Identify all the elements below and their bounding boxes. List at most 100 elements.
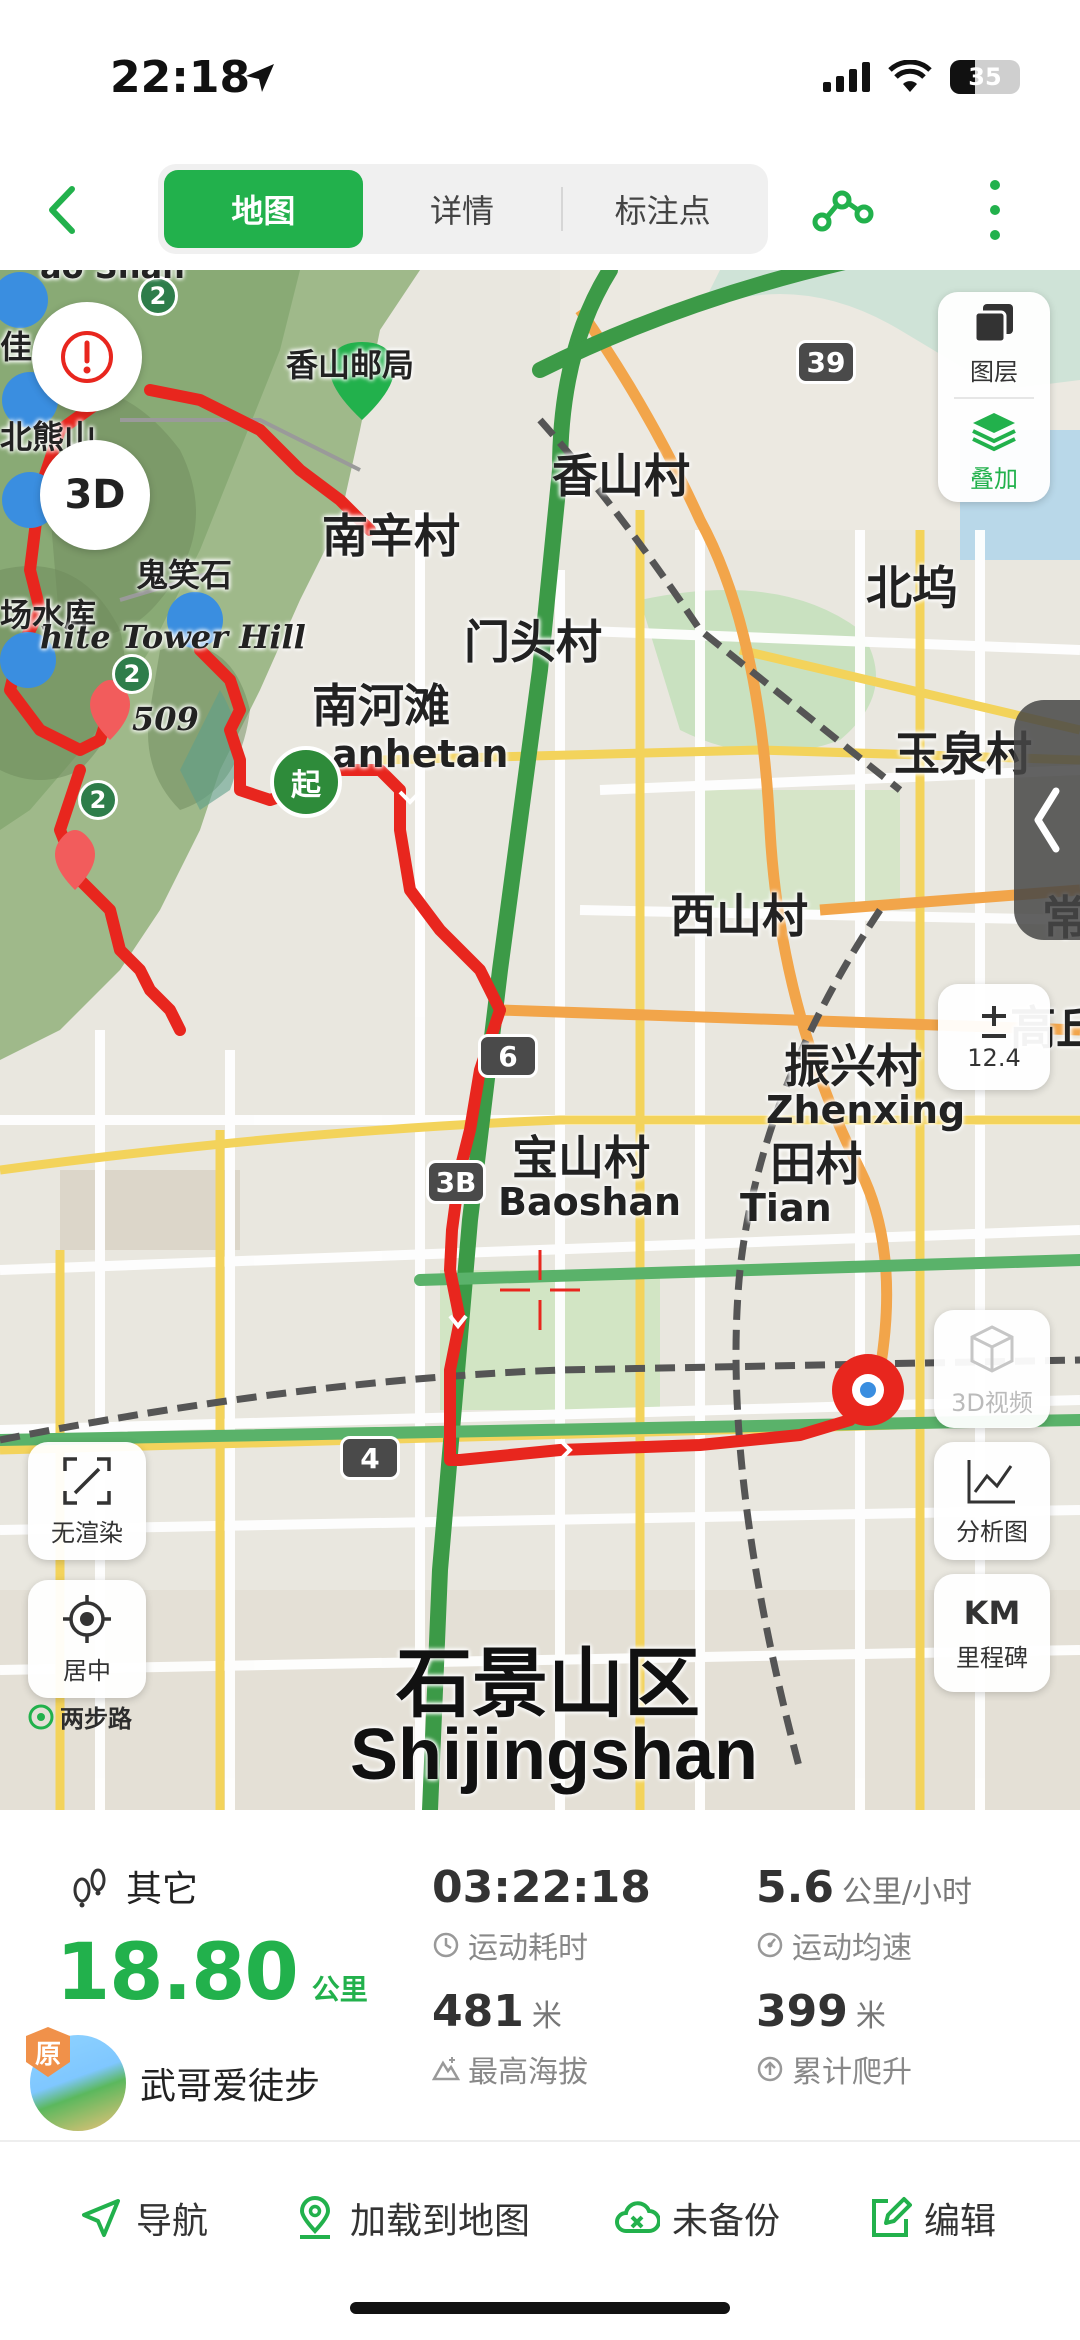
max-altitude-value: 481 <box>432 1986 524 2037</box>
total-distance: 18.80 公里 <box>56 1928 368 2018</box>
edit-button[interactable]: 编辑 <box>866 2192 996 2244</box>
load-to-map-button[interactable]: 加载到地图 <box>292 2192 530 2244</box>
wifi-icon <box>888 60 932 92</box>
avatar[interactable]: 原 <box>26 2027 126 2131</box>
marker-count-badge: 2 <box>112 654 152 694</box>
map-label: 鬼笑石 <box>136 556 233 594</box>
layers-panel: 图层 叠加 <box>938 292 1050 502</box>
clock-icon <box>433 1932 459 1958</box>
layers-icon <box>973 304 1013 344</box>
3d-mode-button[interactable]: 3D <box>40 440 150 550</box>
3d-video-button[interactable]: 3D视频 <box>934 1310 1050 1428</box>
map-label: 北坞 <box>866 561 958 615</box>
mountain-peak-icon <box>432 2057 460 2081</box>
side-panel-toggle[interactable] <box>1014 700 1080 940</box>
no-render-button[interactable]: 无渲染 <box>28 1442 146 1560</box>
climb-value: 399 <box>756 1986 848 2037</box>
zoom-level-button[interactable]: 12.4 <box>938 984 1050 1090</box>
analysis-label: 分析图 <box>956 1517 1028 1546</box>
map-label: 田村 <box>770 1137 862 1191</box>
status-right: 35 <box>823 60 1020 94</box>
analysis-button[interactable]: 分析图 <box>934 1442 1050 1560</box>
map-label: 振兴村 <box>784 1039 922 1093</box>
warning-button[interactable] <box>32 302 142 412</box>
climb-unit: 米 <box>855 1999 886 2034</box>
map-label: 南辛村 <box>322 509 460 563</box>
speed-unit: 公里/小时 <box>841 1875 973 1910</box>
back-arrow-icon[interactable] <box>30 175 100 245</box>
stat-climb: 399 米 累计爬升 <box>756 1986 912 2091</box>
map-label: 509 <box>132 700 199 738</box>
map-pin-icon <box>299 2196 331 2239</box>
center-label: 居中 <box>63 1656 111 1685</box>
milestone-label: 里程碑 <box>956 1643 1028 1672</box>
map-label: 玉泉村 <box>894 727 1032 781</box>
start-marker[interactable]: 起 <box>270 746 342 818</box>
layers-label: 图层 <box>970 358 1018 386</box>
cube-icon <box>970 1324 1014 1373</box>
navigate-button[interactable]: 导航 <box>78 2192 208 2244</box>
overlay-button[interactable]: 叠加 <box>969 409 1019 494</box>
author[interactable]: 原 武哥爱徒步 <box>26 2027 320 2131</box>
sport-type: 其它 <box>68 1860 198 1912</box>
map-label: 宝山村 <box>512 1131 650 1185</box>
map-label: 香山邮局 <box>286 346 415 384</box>
no-render-label: 无渲染 <box>51 1518 123 1547</box>
speed-value: 5.6 <box>756 1862 834 1913</box>
bottom-action-bar: 导航 加载到地图 未备份 编辑 <box>0 2140 1080 2340</box>
battery-icon: 35 <box>950 60 1020 94</box>
3d-video-label: 3D视频 <box>951 1388 1033 1417</box>
battery-level: 35 <box>968 63 1002 91</box>
speed-label: 运动均速 <box>792 1931 912 1966</box>
cellular-signal-icon <box>823 62 870 92</box>
edit-icon <box>872 2197 912 2237</box>
max-altitude-unit: 米 <box>531 1999 562 2034</box>
nav-bar: 地图 详情 标注点 <box>0 150 1080 270</box>
view-tabs: 地图 详情 标注点 <box>158 164 768 254</box>
distance-value: 18.80 <box>56 1928 299 2018</box>
tab-map[interactable]: 地图 <box>164 170 363 248</box>
navigation-arrow-icon <box>82 2199 120 2237</box>
zoom-level: 12.4 <box>967 1044 1021 1072</box>
map-label: Tian <box>740 1186 832 1230</box>
plus-minus-icon <box>982 1006 1006 1038</box>
map-label: ao Shan <box>40 270 185 286</box>
home-indicator <box>350 2302 730 2314</box>
status-bar: 22:18 35 <box>0 0 1080 150</box>
map-label: hite Tower Hill <box>40 618 306 656</box>
layers-button[interactable]: 图层 <box>970 300 1018 387</box>
km-icon: KM <box>963 1593 1021 1632</box>
load-to-map-label: 加载到地图 <box>350 2201 531 2242</box>
district-label-en: Shijingshan <box>350 1715 759 1795</box>
road-shield: 4 <box>340 1436 400 1480</box>
3d-mode-label: 3D <box>64 472 126 518</box>
backup-button[interactable]: 未备份 <box>614 2192 780 2244</box>
edit-label: 编辑 <box>924 2201 997 2242</box>
stat-max-altitude: 481 米 最高海拔 <box>432 1986 588 2091</box>
map-label: Baoshan <box>498 1180 682 1224</box>
backup-label: 未备份 <box>672 2201 781 2242</box>
road-shield: 39 <box>796 340 856 384</box>
navigate-label: 导航 <box>136 2201 209 2242</box>
locate-icon <box>63 1594 111 1643</box>
milestone-button[interactable]: KM 里程碑 <box>934 1574 1050 1692</box>
more-menu-icon[interactable] <box>975 172 1015 248</box>
tab-details[interactable]: 详情 <box>363 170 562 248</box>
author-name[interactable]: 武哥爱徒步 <box>140 2057 320 2109</box>
route-share-icon[interactable] <box>810 178 874 242</box>
expand-icon <box>63 1456 111 1505</box>
max-altitude-label: 最高海拔 <box>468 2055 588 2090</box>
map-label: 西山村 <box>670 889 808 943</box>
tab-markers[interactable]: 标注点 <box>563 170 762 248</box>
map-view[interactable]: 2 2 2 ao Shan 佳 北熊山 香山邮局 香山村 南辛村 北坞 门头村 … <box>0 270 1080 1810</box>
duration-label: 运动耗时 <box>468 1931 588 1966</box>
center-button[interactable]: 居中 <box>28 1580 146 1698</box>
map-label: 门头村 <box>464 615 602 669</box>
cloud-x-icon <box>615 2201 660 2233</box>
map-label: Zhenxing <box>766 1088 966 1132</box>
duration-value: 03:22:18 <box>432 1862 651 1913</box>
map-label: 南河滩 <box>312 679 450 733</box>
watermark-text: 两步路 <box>60 1705 132 1733</box>
road-shield: 3B <box>426 1160 486 1204</box>
marker-count-badge: 2 <box>78 780 118 820</box>
